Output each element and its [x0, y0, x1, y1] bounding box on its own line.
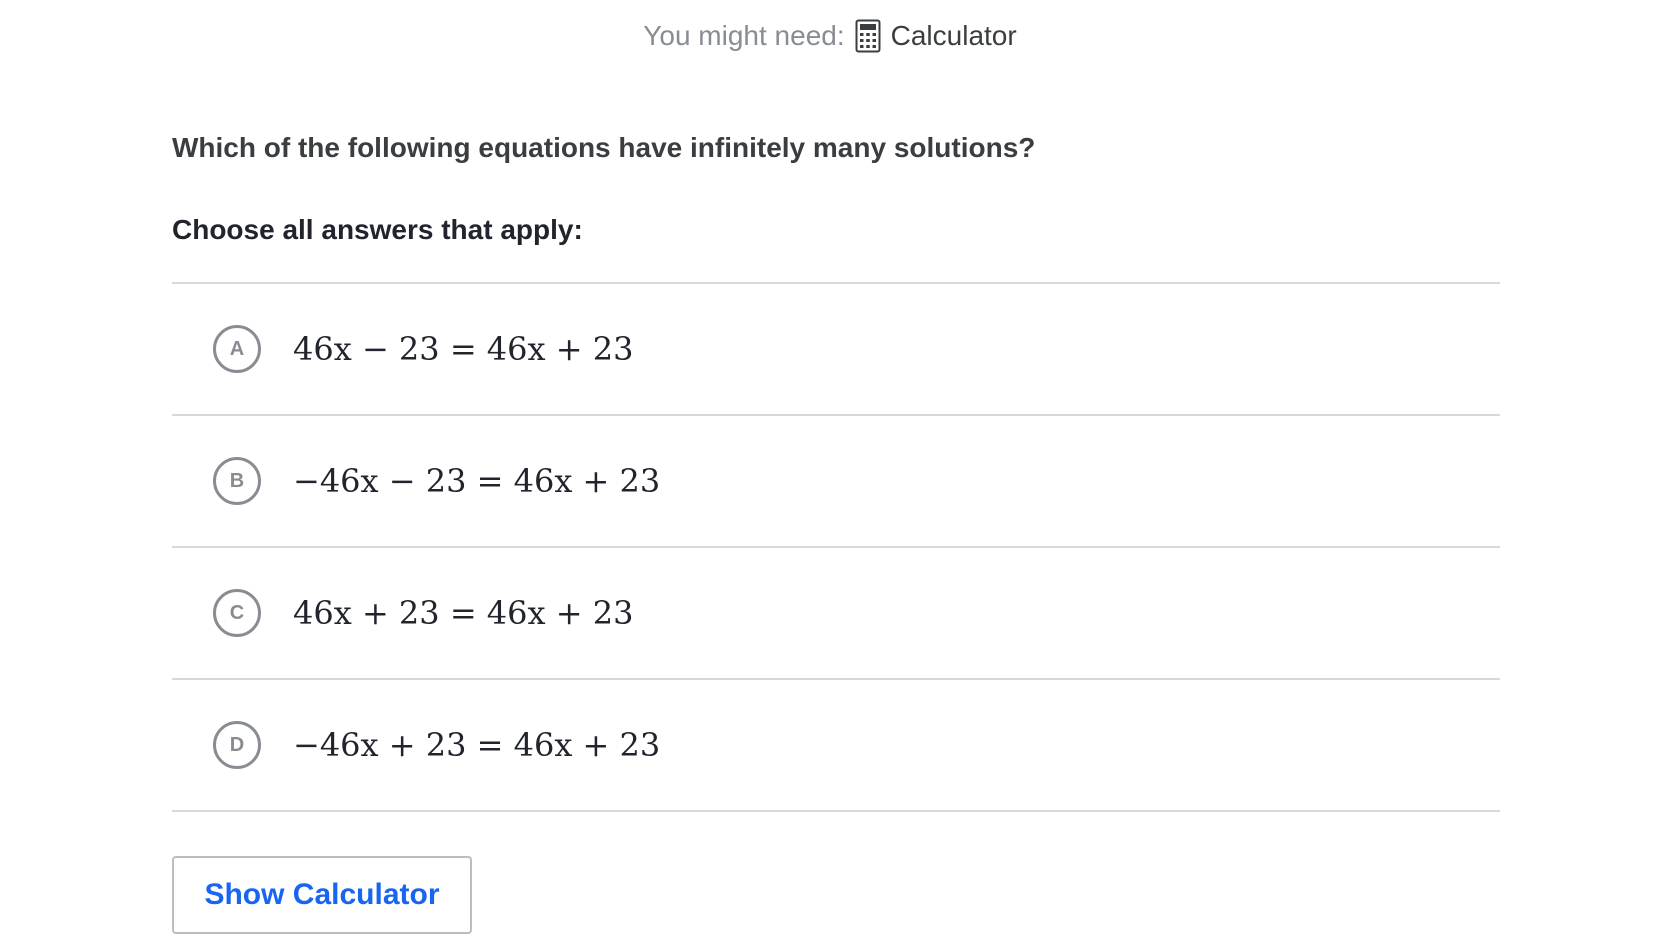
choice-equation-d: −46x + 23 = 46x + 23 — [293, 726, 661, 764]
hint-prefix: You might need: — [643, 20, 845, 51]
choice-equation-b: −46x − 23 = 46x + 23 — [293, 462, 661, 500]
choice-equation-a: 46x − 23 = 46x + 23 — [293, 330, 634, 368]
choice-letter-a: A — [213, 325, 261, 373]
question-prompt: Which of the following equations have in… — [172, 132, 1036, 163]
tool-hint: You might need: Calculator — [0, 18, 1660, 54]
choice-letter-d: D — [213, 721, 261, 769]
choice-b[interactable]: B −46x − 23 = 46x + 23 — [172, 416, 1500, 548]
choice-letter-b: B — [213, 457, 261, 505]
choice-letter-c: C — [213, 589, 261, 637]
choice-a[interactable]: A 46x − 23 = 46x + 23 — [172, 284, 1500, 416]
question-instructions: Choose all answers that apply: — [172, 214, 583, 245]
choice-list: A 46x − 23 = 46x + 23 B −46x − 23 = 46x … — [172, 282, 1500, 812]
choice-c[interactable]: C 46x + 23 = 46x + 23 — [172, 548, 1500, 680]
hint-tool-label: Calculator — [890, 20, 1017, 51]
show-calculator-button[interactable]: Show Calculator — [172, 856, 472, 934]
choice-equation-c: 46x + 23 = 46x + 23 — [293, 594, 634, 632]
choice-d[interactable]: D −46x + 23 = 46x + 23 — [172, 680, 1500, 812]
calculator-icon — [855, 19, 881, 53]
hint-calculator: Calculator — [855, 18, 1017, 54]
